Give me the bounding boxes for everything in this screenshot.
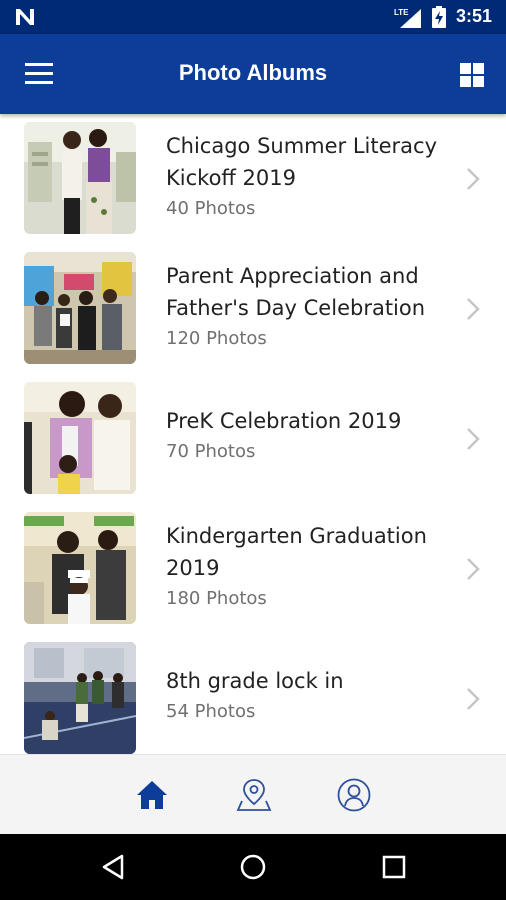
status-time: 3:51 [456,6,493,26]
album-photo-count: 180 Photos [166,588,267,609]
album-list: Chicago Summer Literacy Kickoff 2019 40 … [0,114,506,754]
album-item[interactable]: 8th grade lock in 54 Photos [0,634,506,754]
nav-profile-button[interactable] [336,777,372,813]
nav-home-button[interactable] [134,777,170,813]
album-title: Chicago Summer Literacy [166,134,438,158]
album-thumbnail [24,382,136,494]
recents-square-icon [382,855,406,879]
album-thumbnail [24,512,136,624]
album-photo-count: 54 Photos [166,701,256,722]
battery-charging-icon [432,6,446,28]
album-title: Parent Appreciation and [166,264,419,288]
chevron-right-icon [467,558,480,580]
back-triangle-icon [102,854,124,880]
lte-signal-icon: LTE [394,8,421,28]
album-photo-count: 40 Photos [166,198,256,219]
album-title: 2019 [166,556,220,580]
album-thumbnail [24,252,136,364]
system-home-button[interactable] [237,851,269,883]
album-item[interactable]: Parent Appreciation and Father's Day Cel… [0,244,506,374]
album-title: PreK Celebration 2019 [166,409,402,433]
album-photo-count: 120 Photos [166,328,267,349]
chevron-right-icon [467,428,480,450]
album-thumbnail [24,122,136,234]
profile-icon [337,778,371,812]
grid-view-icon [460,63,484,87]
system-nav-bar [0,834,506,900]
album-thumbnail [24,642,136,754]
grid-view-button[interactable] [456,60,488,90]
nav-location-button[interactable] [236,777,272,813]
app-bar: Photo Albums [0,34,506,114]
bottom-nav [0,754,506,834]
page-title: Photo Albums [178,60,328,85]
system-back-button[interactable] [98,851,130,883]
album-title: Kickoff 2019 [166,166,296,190]
home-icon [137,781,167,809]
chevron-right-icon [467,298,480,320]
chevron-right-icon [467,168,480,190]
svg-text:LTE: LTE [394,8,409,17]
home-circle-icon [240,854,266,880]
system-recents-button[interactable] [378,851,410,883]
album-item[interactable]: Chicago Summer Literacy Kickoff 2019 40 … [0,114,506,244]
album-item[interactable]: Kindergarten Graduation 2019 180 Photos [0,504,506,634]
n-logo-icon [16,9,34,25]
album-title: Kindergarten Graduation [166,524,427,548]
album-photo-count: 70 Photos [166,441,256,462]
chevron-right-icon [467,688,480,710]
album-title: Father's Day Celebration [166,296,426,320]
album-item[interactable]: PreK Celebration 2019 70 Photos [0,374,506,504]
location-map-icon [236,779,272,811]
album-title: 8th grade lock in [166,669,344,693]
status-bar: LTE 3:51 [0,0,506,34]
